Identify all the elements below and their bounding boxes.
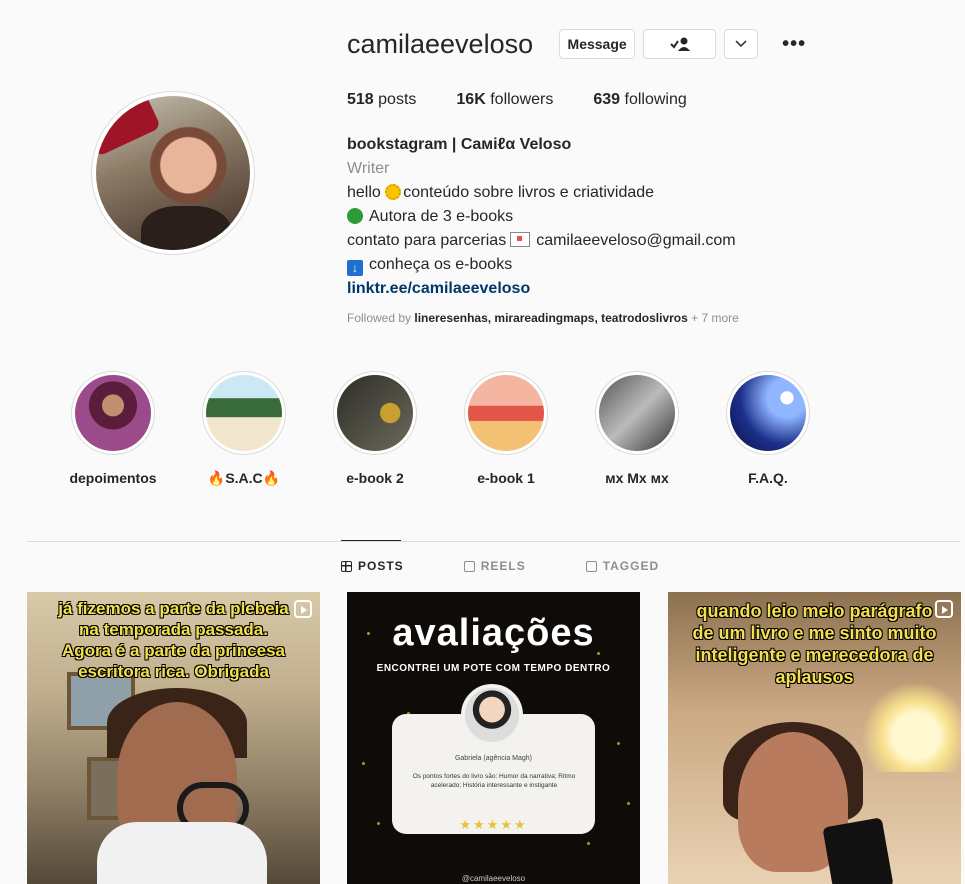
phone: [822, 817, 894, 884]
tabs-divider: [27, 541, 960, 542]
bio-line: ↓ conheça os e-books: [347, 253, 907, 277]
following-button[interactable]: [643, 29, 717, 59]
envelope-icon: [510, 232, 531, 247]
lamp: [861, 682, 961, 772]
highlight-label: e-book 1: [477, 470, 535, 486]
post-subtitle: ENCONTREI UM POTE COM TEMPO DENTRO: [376, 663, 611, 674]
profile-avatar[interactable]: [91, 91, 255, 255]
post-caption: quando leio meio parágrafo de um livro e…: [692, 601, 937, 687]
post-caption: já fizemos a parte da plebeia na tempora…: [58, 599, 289, 681]
down-arrow-icon: ↓: [347, 260, 363, 276]
highlight-cover: [75, 375, 151, 451]
highlight-label: F.A.Q.: [748, 470, 788, 486]
highlight-item[interactable]: e-book 1: [450, 371, 562, 487]
grid-icon: [341, 560, 352, 572]
bio-line: Autora de 3 e-books: [347, 205, 907, 229]
profile-header: camilaeeveloso Message •••: [347, 28, 806, 60]
reels-icon: [463, 560, 475, 572]
avatar-image: [96, 96, 250, 250]
category: Writer: [347, 160, 390, 177]
highlight-cover: [730, 375, 806, 451]
bio-line: contato para parcerias camilaeeveloso@gma…: [347, 232, 736, 249]
following-stat[interactable]: 639 following: [593, 91, 686, 109]
bio-link[interactable]: linktr.ee/camilaeeveloso: [347, 277, 907, 301]
highlight-label: ᴍx Mx ᴍx: [605, 470, 669, 486]
profile-tabs: POSTS REELS TAGGED: [341, 559, 719, 573]
highlight-label: 🔥S.A.C🔥: [207, 470, 281, 486]
highlight-item[interactable]: e-book 2: [319, 371, 431, 487]
rating-stars: ★★★★★: [459, 817, 528, 832]
highlight-cover: [468, 375, 544, 451]
chevron-down-icon: [735, 40, 747, 48]
reel-icon: [294, 600, 312, 618]
suggested-chevron-button[interactable]: [724, 29, 759, 59]
highlight-item[interactable]: depoimentos: [57, 371, 169, 487]
highlight-cover: [206, 375, 282, 451]
tagged-icon: [585, 560, 597, 572]
followed-by[interactable]: Followed by lineresenhas, mirareadingmap…: [347, 311, 739, 325]
story-highlights: depoimentos 🔥S.A.C🔥 e-book 2 e-book 1 ᴍx…: [57, 371, 843, 487]
followers-stat[interactable]: 16K followers: [456, 91, 553, 109]
message-button[interactable]: Message: [559, 29, 636, 59]
highlight-label: depoimentos: [69, 470, 157, 486]
username: camilaeeveloso: [347, 29, 534, 59]
highlight-item[interactable]: 🔥S.A.C🔥: [188, 371, 300, 487]
tab-reels[interactable]: REELS: [463, 559, 526, 573]
reviewer-photo: [461, 684, 523, 746]
post-title: avaliações: [392, 612, 595, 654]
review-text: Os pontos fortes do livro são: Humor da …: [412, 773, 576, 789]
profile-bio: bookstagram | Cамiℓα Veloso Writer hello…: [347, 133, 907, 301]
reel-icon: [935, 600, 953, 618]
profile-stats: 518 posts 16K followers 639 following: [347, 91, 727, 109]
bio-line: hello conteúdo sobre livros e criativida…: [347, 184, 655, 201]
tab-posts[interactable]: POSTS: [341, 559, 404, 573]
post-tile[interactable]: quando leio meio parágrafo de um livro e…: [668, 592, 961, 884]
active-tab-indicator: [341, 540, 401, 541]
posts-stat: 518 posts: [347, 91, 417, 108]
highlight-cover: [337, 375, 413, 451]
shirt: [97, 822, 267, 884]
highlight-item[interactable]: ᴍx Mx ᴍx: [581, 371, 693, 487]
post-handle: @camilaeeveloso: [461, 874, 526, 883]
full-name: bookstagram | Cамiℓα Veloso: [347, 136, 572, 153]
highlight-cover: [599, 375, 675, 451]
tab-tagged[interactable]: TAGGED: [585, 559, 659, 573]
highlight-label: e-book 2: [346, 470, 404, 486]
person-check-icon: [669, 37, 690, 51]
sun-icon: [385, 184, 402, 200]
highlight-item[interactable]: F.A.Q.: [712, 371, 824, 487]
reviewer-name: Gabriela (agência Magh): [454, 755, 533, 762]
more-options-button[interactable]: •••: [782, 33, 806, 56]
post-tile[interactable]: avaliações ENCONTREI UM POTE COM TEMPO D…: [347, 592, 640, 884]
post-tile[interactable]: já fizemos a parte da plebeia na tempora…: [27, 592, 320, 884]
clover-icon: [347, 208, 363, 224]
